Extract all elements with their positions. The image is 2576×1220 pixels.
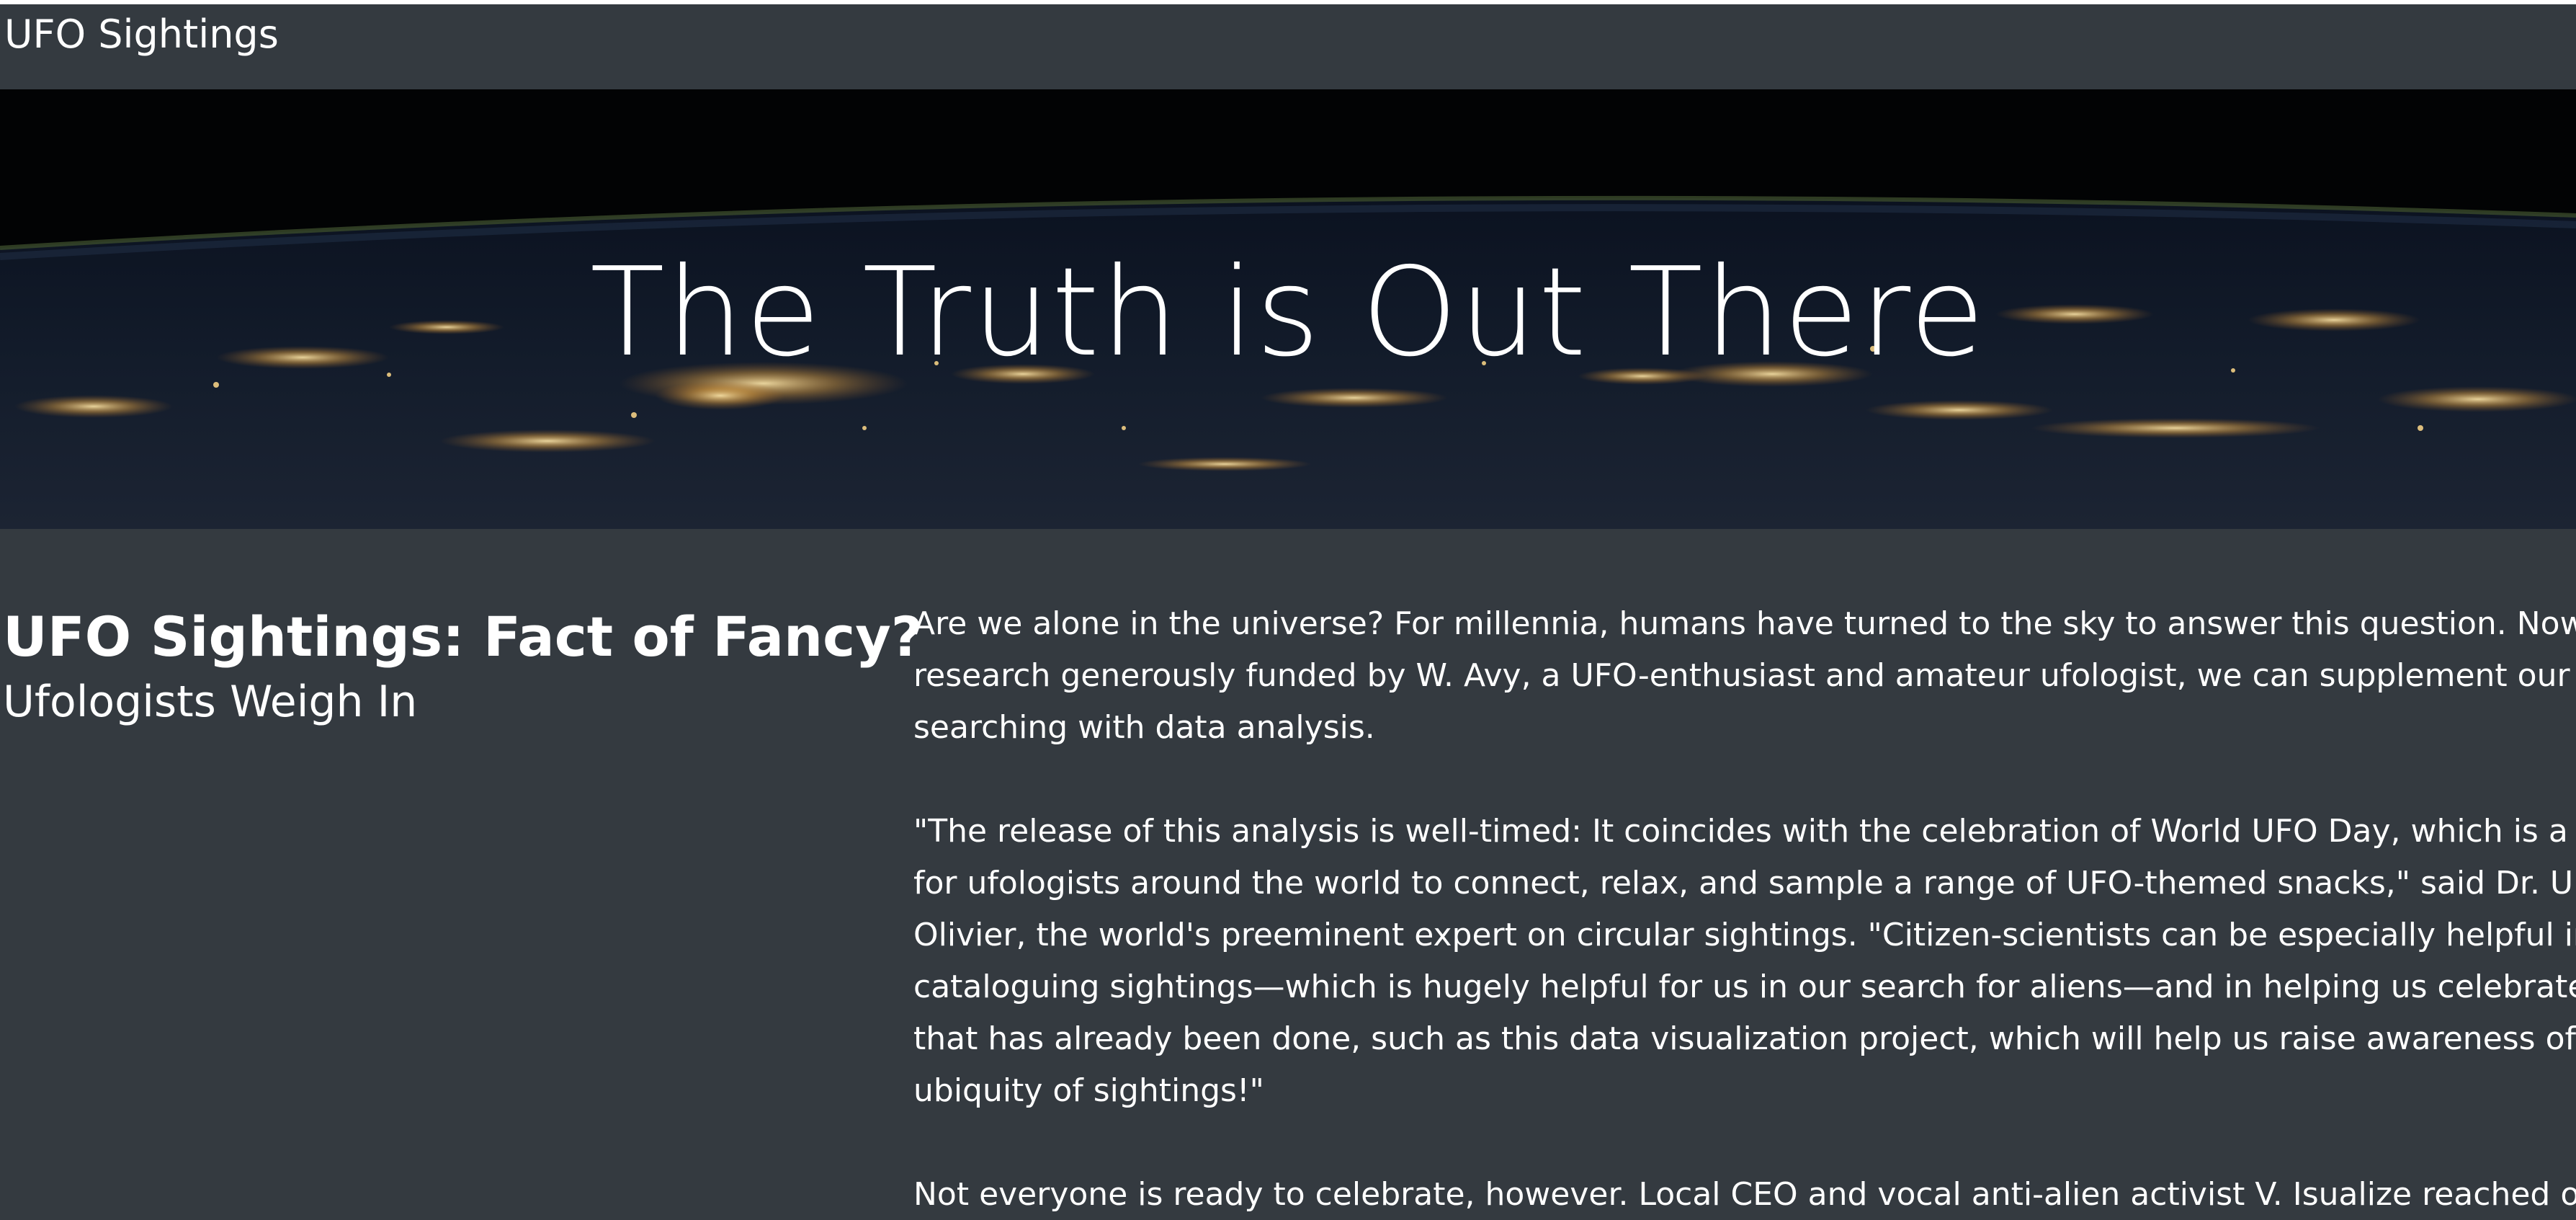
paragraph-line: "The release of this analysis is well-ti…	[913, 813, 2576, 850]
article-subtitle: Ufologists Weigh In	[3, 677, 418, 727]
hero-title: The Truth is Out There	[589, 241, 1987, 384]
paragraph-line: searching with data analysis.	[913, 709, 1375, 746]
hero-banner: The Truth is Out There	[0, 89, 2576, 529]
paragraph-line: Are we alone in the universe? For millen…	[913, 605, 2576, 642]
paragraph-line: ubiquity of sightings!"	[913, 1072, 1264, 1109]
navbar-brand-link[interactable]: UFO Sightings	[4, 9, 279, 61]
article-paragraph-quote: "The release of this analysis is well-ti…	[913, 806, 2576, 1117]
paragraph-line: Not everyone is ready to celebrate, howe…	[913, 1176, 2576, 1213]
article-heading: UFO Sightings: Fact of Fancy? Ufologists…	[3, 601, 923, 731]
article-paragraph-counterpoint: Not everyone is ready to celebrate, howe…	[913, 1169, 2576, 1220]
paragraph-line: for ufologists around the world to conne…	[913, 865, 2576, 901]
article-body: Are we alone in the universe? For millen…	[913, 598, 2576, 1220]
paragraph-line: that has already been done, such as this…	[913, 1020, 2576, 1057]
article-title: UFO Sightings: Fact of Fancy?	[3, 605, 923, 669]
paragraph-line: cataloguing sightings—which is hugely he…	[913, 969, 2576, 1005]
navbar: UFO Sightings	[0, 4, 2576, 89]
paragraph-line: Olivier, the world's preeminent expert o…	[913, 917, 2576, 953]
article-paragraph-intro: Are we alone in the universe? For millen…	[913, 598, 2576, 754]
article-section: UFO Sightings: Fact of Fancy? Ufologists…	[0, 529, 2576, 1220]
paragraph-line: research generously funded by W. Avy, a …	[913, 657, 2576, 694]
